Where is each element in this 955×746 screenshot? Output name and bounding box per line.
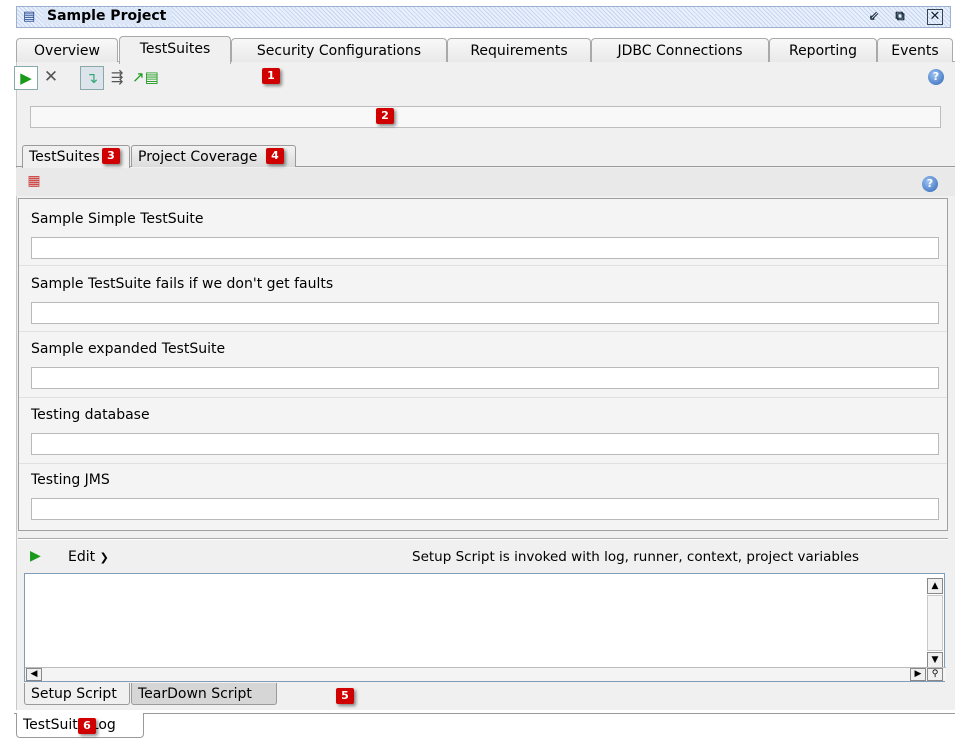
callout-3: 3 <box>102 148 120 164</box>
tab-reporting[interactable]: Reporting <box>769 38 877 63</box>
project-icon: ▤ <box>23 9 36 24</box>
script-info: Setup Script is invoked with log, runner… <box>412 549 860 565</box>
window-title: Sample Project <box>43 8 173 24</box>
list-item <box>19 464 947 530</box>
list-help-icon[interactable]: ? <box>922 176 938 192</box>
edit-menu[interactable]: Edit ❯ <box>68 549 109 565</box>
run-icon[interactable]: ▶ <box>14 66 38 90</box>
tab-requirements[interactable]: Requirements <box>447 38 591 63</box>
callout-2: 2 <box>376 108 394 124</box>
testsuite-progress <box>31 237 939 259</box>
zoom-icon[interactable]: ⚲ <box>927 668 943 681</box>
parallel-icon[interactable]: ⇶ <box>106 66 128 88</box>
bottom-divider <box>14 713 955 714</box>
testsuite-name[interactable]: Sample expanded TestSuite <box>31 341 225 357</box>
tab-events[interactable]: Events <box>877 38 953 63</box>
scroll-up-icon[interactable]: ▲ <box>927 578 943 594</box>
tab-project-coverage-label: Project Coverage <box>138 149 258 165</box>
run-script-icon[interactable]: ▶ <box>30 548 41 564</box>
testsuite-name[interactable]: Sample Simple TestSuite <box>31 211 204 227</box>
script-editor[interactable]: ▲ ▼ ◀ ▶ ⚲ <box>24 573 946 682</box>
sequential-icon[interactable]: ↴ <box>80 66 104 90</box>
tab-testsuites[interactable]: TestSuites <box>119 36 231 64</box>
testsuite-progress <box>31 367 939 389</box>
testsuite-progress <box>31 302 939 324</box>
main-tab-bar: Overview TestSuites Security Configurati… <box>16 36 955 64</box>
callout-1: 1 <box>262 68 280 84</box>
tab-teardown-script-label: TearDown Script <box>138 686 252 702</box>
testsuite-name[interactable]: Sample TestSuite fails if we don't get f… <box>31 276 333 292</box>
tab-testsuites-list-label: TestSuites <box>29 149 100 165</box>
edit-label: Edit <box>68 549 96 565</box>
tab-jdbc-connections[interactable]: JDBC Connections <box>591 38 769 63</box>
chevron-down-icon: ❯ <box>99 551 109 564</box>
testsuite-progress <box>31 498 939 520</box>
progress-bar <box>30 106 941 128</box>
cancel-icon[interactable]: ✕ <box>40 66 62 88</box>
callout-4: 4 <box>266 148 284 164</box>
grid-icon[interactable]: ▦ <box>26 173 42 189</box>
new-testsuite-icon[interactable]: ↗▤ <box>132 66 159 88</box>
close-icon[interactable]: ✕ <box>927 9 943 25</box>
help-icon[interactable]: ? <box>928 69 944 85</box>
title-bar: ▤ Sample Project ⇙ ⧉ ✕ <box>16 6 951 28</box>
minimize-icon[interactable]: ⇙ <box>865 8 883 26</box>
horizontal-scrollbar[interactable] <box>25 667 946 681</box>
tab-security-configurations[interactable]: Security Configurations <box>231 38 447 63</box>
tab-testsuite-log-label: TestSuite Log <box>23 717 116 733</box>
tab-overview[interactable]: Overview <box>16 38 118 63</box>
testsuite-name[interactable]: Testing database <box>31 407 150 423</box>
list-toolbar <box>16 168 955 196</box>
tab-setup-script-label: Setup Script <box>31 686 117 702</box>
tab-teardown-script[interactable]: TearDown Script <box>131 683 277 705</box>
scroll-left-icon[interactable]: ◀ <box>26 668 42 681</box>
tab-setup-script[interactable]: Setup Script <box>24 683 130 705</box>
splitter[interactable] <box>18 538 948 540</box>
callout-5: 5 <box>336 688 354 704</box>
scroll-down-icon[interactable]: ▼ <box>927 652 943 668</box>
vertical-scrollbar[interactable] <box>927 595 943 651</box>
testsuite-name[interactable]: Testing JMS <box>31 472 110 488</box>
maximize-icon[interactable]: ⧉ <box>891 8 909 26</box>
testsuite-progress <box>31 433 939 455</box>
testsuite-list: Sample Simple TestSuite Sample TestSuite… <box>18 198 948 531</box>
scroll-right-icon[interactable]: ▶ <box>910 668 926 681</box>
callout-6: 6 <box>78 718 96 734</box>
